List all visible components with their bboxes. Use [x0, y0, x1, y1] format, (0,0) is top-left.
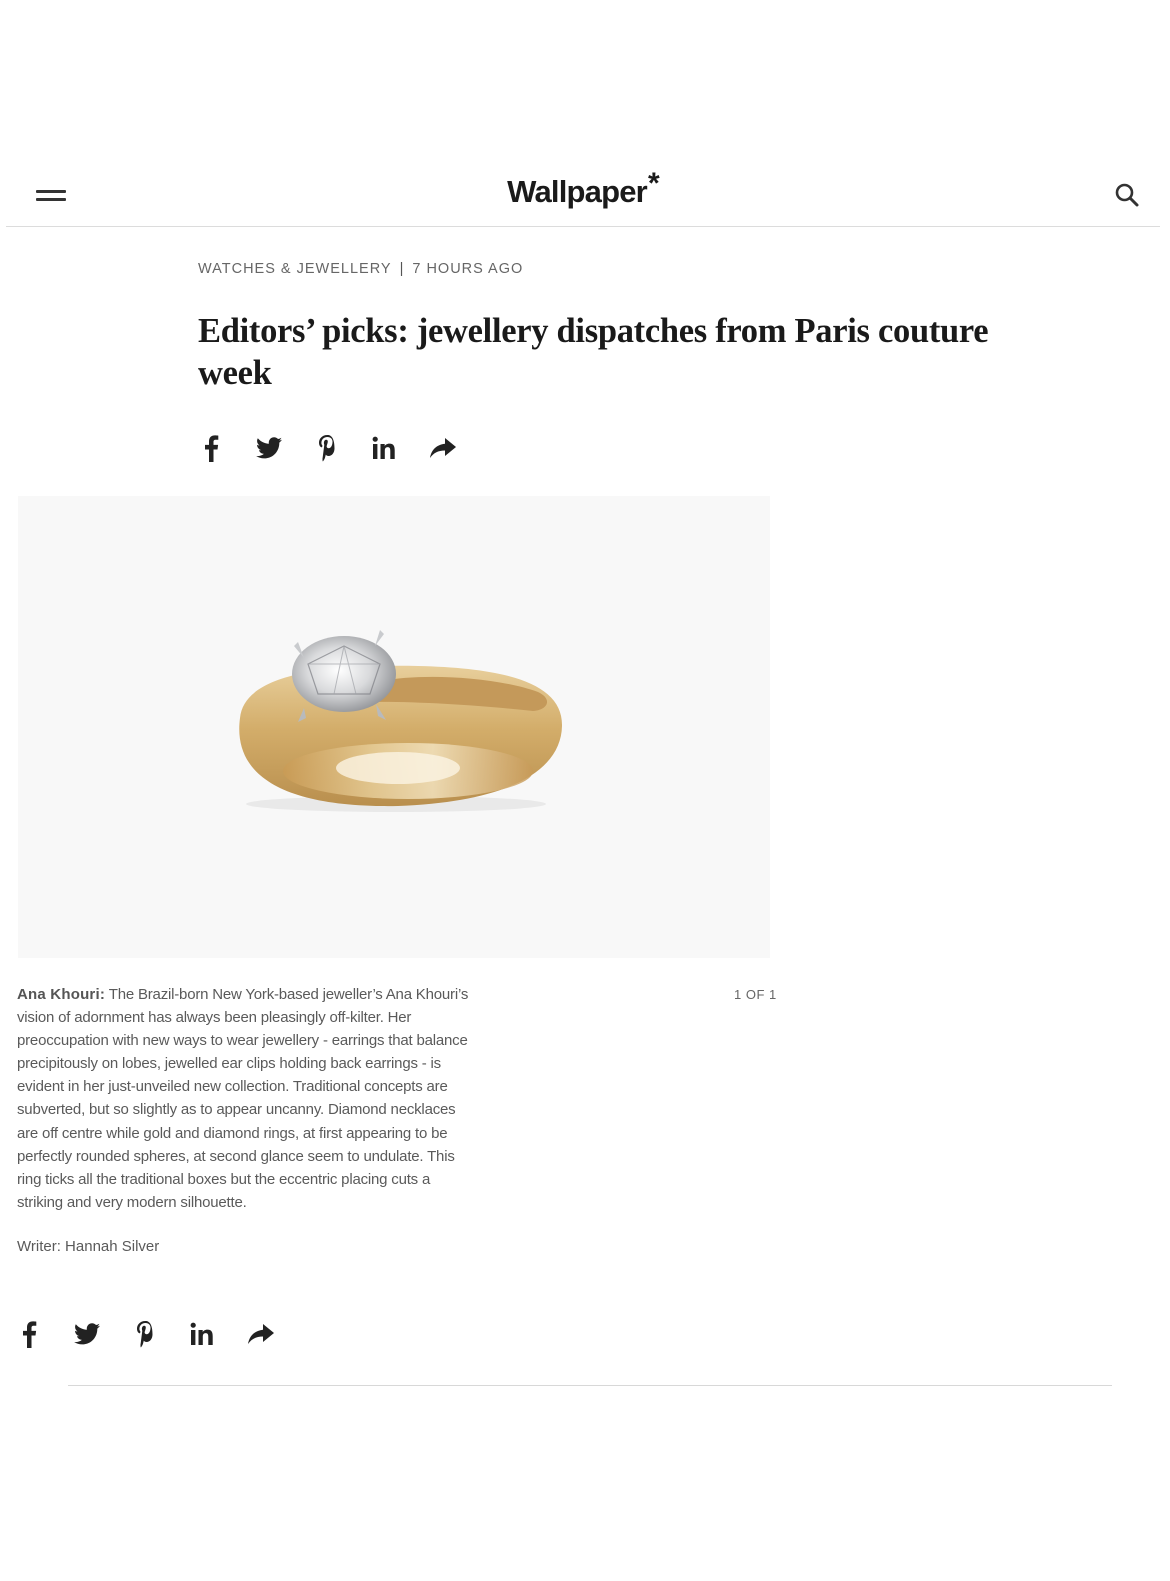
- article-title: Editors’ picks: jewellery dispatches fro…: [198, 312, 989, 392]
- share-arrow-icon[interactable]: [246, 1316, 276, 1352]
- writer-credit: Writer: Hannah Silver: [17, 1238, 160, 1255]
- pinterest-icon[interactable]: [130, 1316, 160, 1352]
- timestamp: 7 HOURS AGO: [412, 261, 524, 277]
- caption-text: The Brazil-born New York-based jeweller’…: [17, 986, 469, 1211]
- share-bar-top: [196, 430, 486, 466]
- share-arrow-icon[interactable]: [428, 430, 458, 466]
- image-caption: Ana Khouri: The Brazil-born New York-bas…: [17, 983, 472, 1214]
- site-logo[interactable]: Wallpaper*: [6, 167, 1160, 210]
- twitter-icon[interactable]: [254, 430, 284, 466]
- facebook-icon[interactable]: [196, 430, 226, 466]
- pinterest-icon[interactable]: [312, 430, 342, 466]
- gallery-counter: 1 OF 1: [734, 987, 777, 1002]
- logo-asterisk: *: [647, 167, 660, 200]
- search-icon[interactable]: [1114, 182, 1142, 210]
- article-meta: WATCHES & JEWELLERY | 7 HOURS AGO: [198, 261, 523, 277]
- divider: [68, 1385, 1112, 1386]
- meta-separator: |: [399, 261, 405, 277]
- site-header: Wallpaper*: [6, 160, 1160, 227]
- logo-text: Wallpaper: [507, 174, 648, 209]
- facebook-icon[interactable]: [14, 1316, 44, 1352]
- caption-name: Ana Khouri:: [17, 986, 106, 1003]
- gallery-image[interactable]: [18, 496, 770, 958]
- twitter-icon[interactable]: [72, 1316, 102, 1352]
- category-link[interactable]: WATCHES & JEWELLERY: [198, 261, 392, 277]
- ring-image: [239, 630, 563, 812]
- share-bar-bottom: [14, 1316, 304, 1352]
- linkedin-icon[interactable]: [370, 430, 400, 466]
- linkedin-icon[interactable]: [188, 1316, 218, 1352]
